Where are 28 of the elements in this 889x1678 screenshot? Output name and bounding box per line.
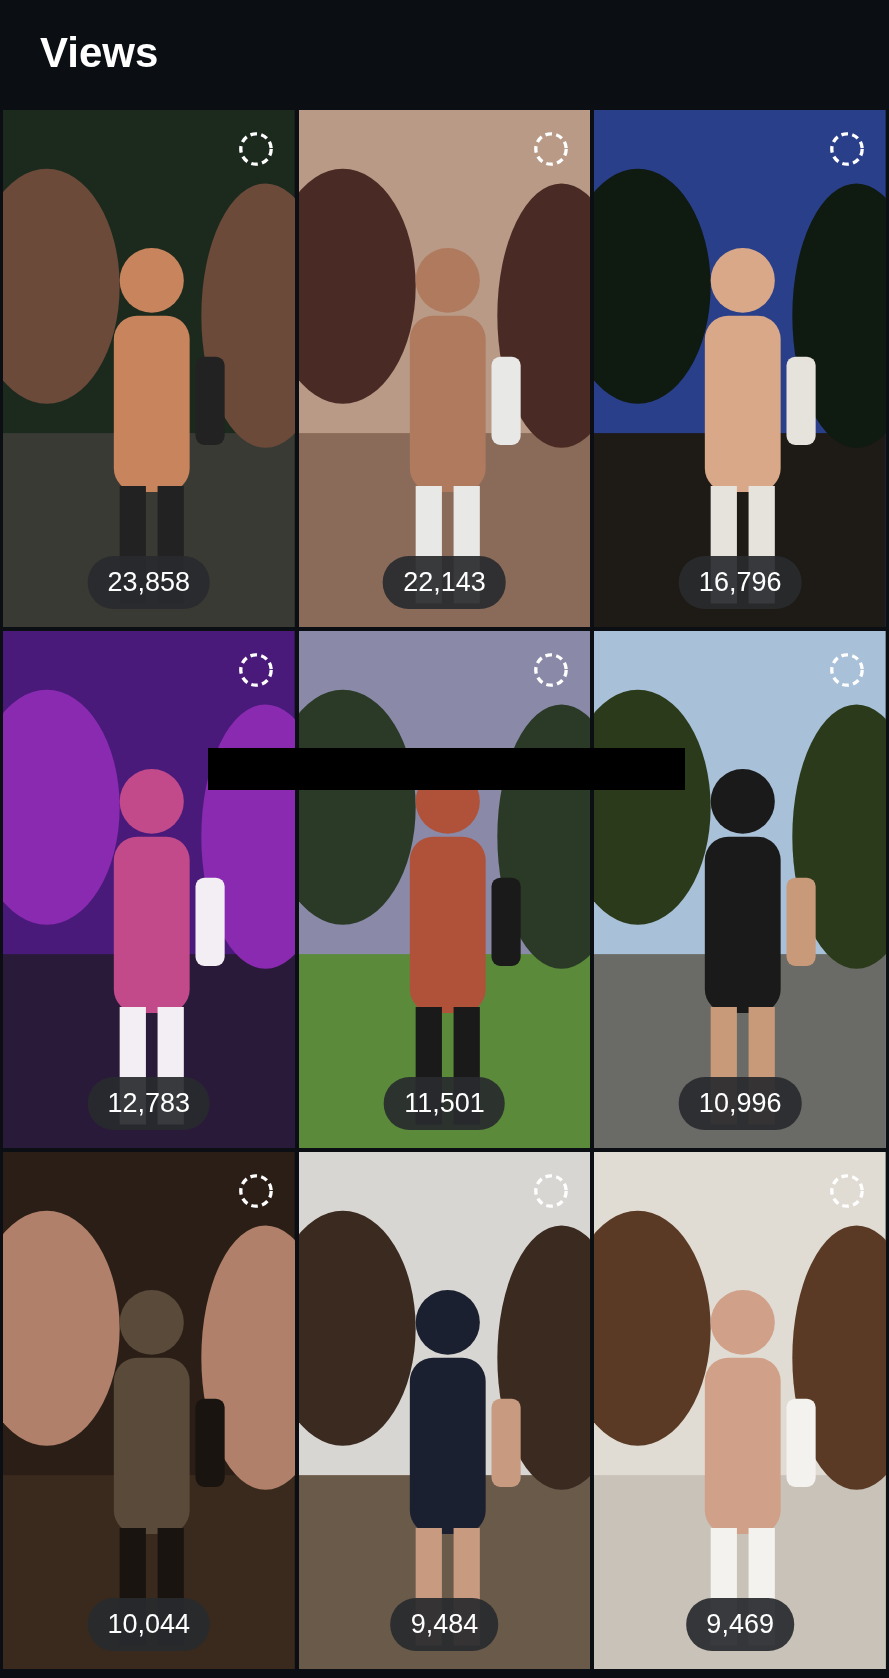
story-tile[interactable]: 10,996	[594, 631, 886, 1148]
loading-icon	[828, 130, 866, 168]
view-count: 9,484	[390, 1598, 499, 1651]
view-count: 23,858	[87, 556, 211, 609]
view-count: 10,996	[678, 1077, 802, 1130]
view-count: 11,501	[384, 1077, 505, 1130]
loading-icon	[532, 651, 571, 689]
story-tile[interactable]: 11,501	[298, 631, 591, 1148]
loading-icon	[532, 130, 571, 168]
story-tile[interactable]: 16,796	[594, 110, 886, 627]
loading-icon	[532, 1172, 571, 1210]
view-count: 22,143	[383, 556, 506, 609]
page-title: Views	[40, 29, 159, 77]
story-tile[interactable]: 9,484	[298, 1152, 591, 1669]
loading-icon	[828, 1172, 866, 1210]
view-count: 12,783	[87, 1077, 211, 1130]
loading-icon	[236, 651, 275, 689]
story-tile[interactable]: 23,858	[3, 110, 295, 627]
view-count: 16,796	[678, 556, 802, 609]
story-tile[interactable]: 10,044	[3, 1152, 295, 1669]
story-tile[interactable]: 9,469	[594, 1152, 886, 1669]
story-tile[interactable]: 12,783	[3, 631, 295, 1148]
loading-icon	[236, 1172, 275, 1210]
loading-icon	[236, 130, 275, 168]
view-count: 9,469	[686, 1598, 794, 1651]
story-tile[interactable]: 22,143	[298, 110, 591, 627]
view-count: 10,044	[87, 1598, 211, 1651]
loading-icon	[828, 651, 866, 689]
